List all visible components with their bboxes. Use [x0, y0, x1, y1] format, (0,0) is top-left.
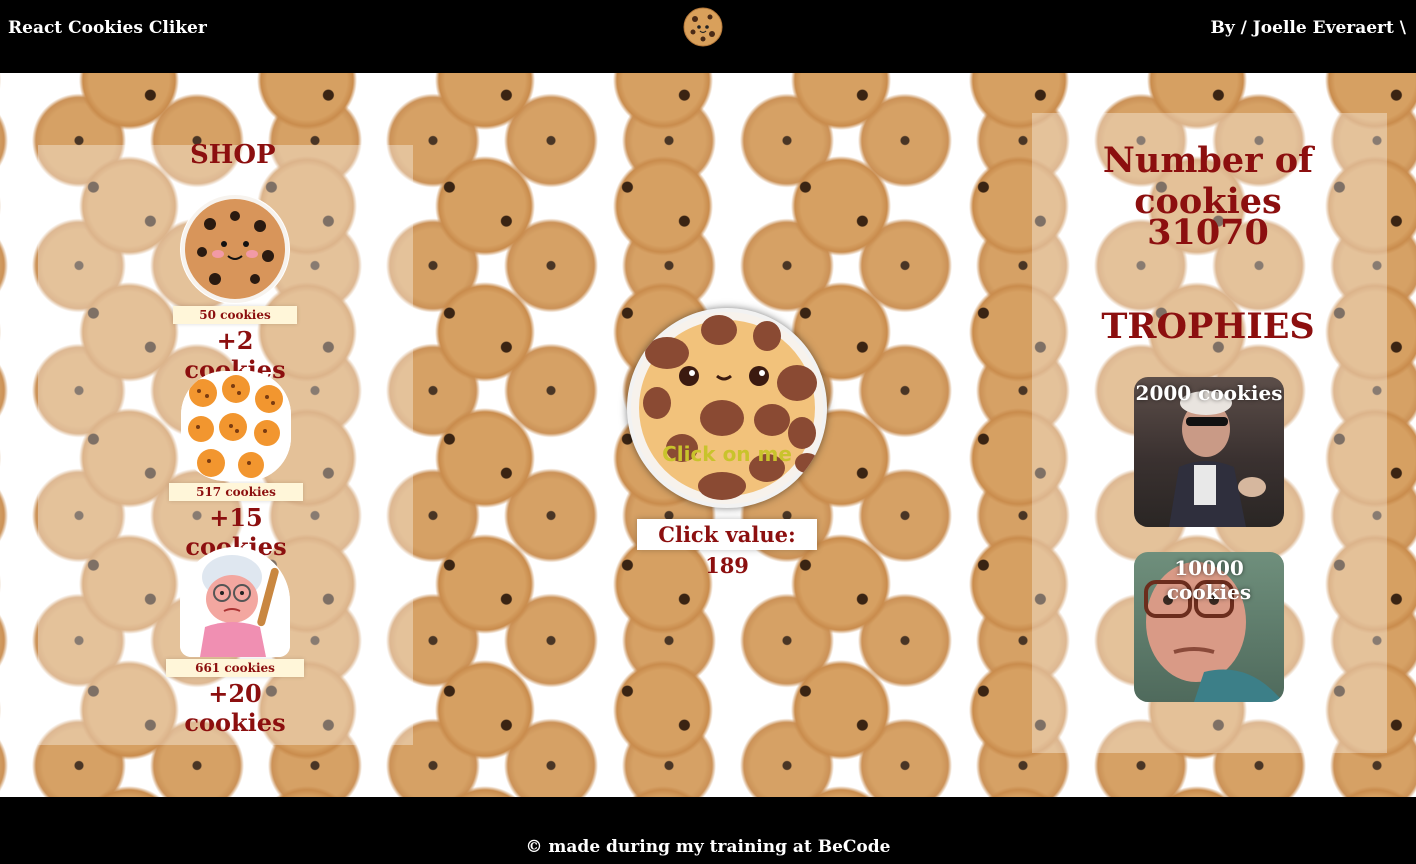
trophy-label: 2000 cookies: [1135, 381, 1283, 405]
shop-item-2[interactable]: 517 cookies +15 cookies: [166, 371, 306, 561]
cookie-count-value: 31070: [1147, 212, 1269, 253]
trophy-10000: 10000 cookies: [1134, 552, 1284, 702]
shop-price: 517 cookies: [169, 483, 303, 501]
trophies-title: TROPHIES: [1101, 306, 1315, 347]
footer-text: © made during my training at BeCode: [525, 837, 891, 857]
shop-bonus: +20 cookies: [184, 679, 286, 737]
happy-cookie-icon[interactable]: [180, 194, 290, 304]
trophy-2000: 2000 cookies: [1134, 377, 1284, 527]
cookie-logo-icon: [683, 7, 723, 47]
cute-cookie-icon: [631, 312, 823, 504]
header-bar: React Cookies Cliker By / Joelle Everaer…: [0, 0, 1416, 73]
author-credit: By / Joelle Everaert \: [1210, 18, 1406, 38]
shop-price: 661 cookies: [166, 659, 304, 677]
app-title: React Cookies Cliker: [8, 18, 207, 38]
shop-title: SHOP: [190, 140, 276, 170]
cookie-pile-icon[interactable]: [181, 371, 291, 481]
grandma-icon[interactable]: [180, 547, 290, 657]
click-cookie-button[interactable]: Click on me: [627, 308, 827, 508]
shop-item-3[interactable]: 661 cookies +20 cookies: [160, 547, 310, 737]
click-me-label[interactable]: Click on me: [627, 442, 827, 466]
footer-bar: © made during my training at BeCode: [0, 797, 1416, 864]
shop-item-1[interactable]: 50 cookies +2 cookies: [168, 194, 302, 384]
shop-price: 50 cookies: [173, 306, 297, 324]
cookie-count-title: Number of cookies: [1102, 140, 1314, 222]
trophy-label: 10000 cookies: [1166, 556, 1252, 604]
click-value: Click value: 189: [637, 519, 817, 578]
